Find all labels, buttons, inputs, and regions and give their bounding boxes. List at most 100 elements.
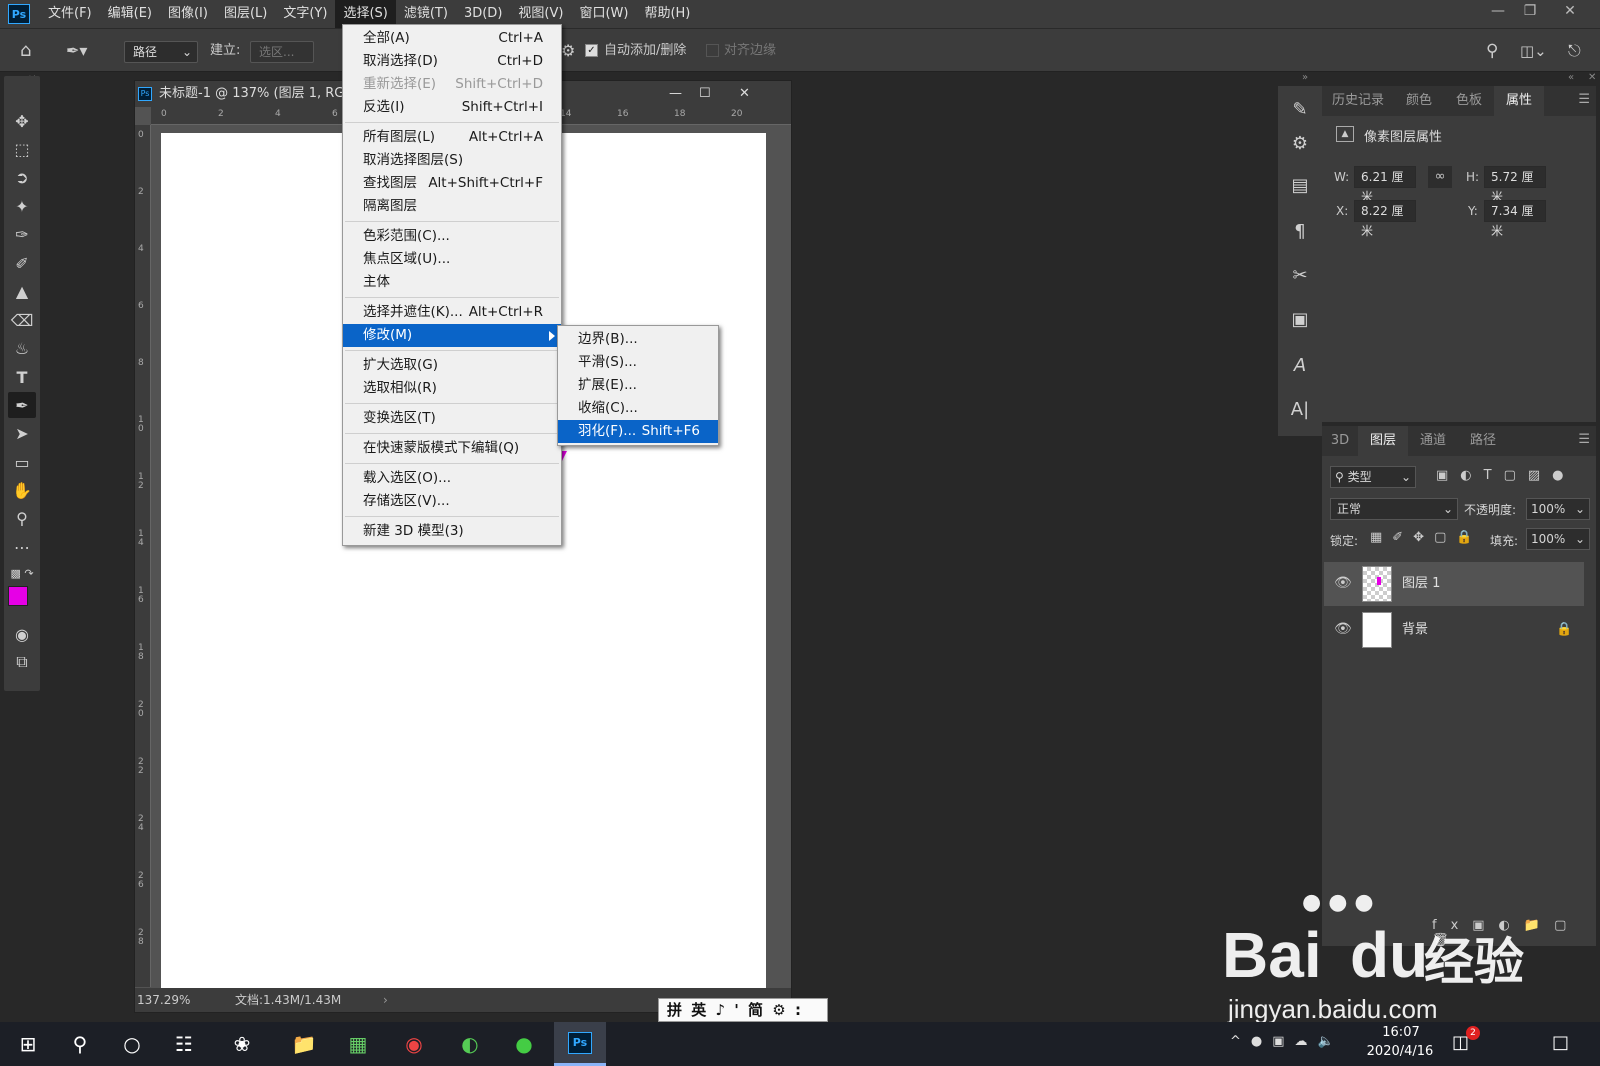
foreground-color-swatch[interactable] [8, 586, 28, 606]
paragraph-icon[interactable]: ¶ [1286, 218, 1314, 246]
status-arrow-icon[interactable]: › [383, 988, 388, 1012]
minimize-icon[interactable]: — [1480, 0, 1516, 22]
clock-date[interactable]: 2020/4/16 [1362, 1044, 1438, 1059]
quick-mask-icon[interactable]: ◉ [8, 621, 36, 647]
brush-settings-icon[interactable]: ✎ [1286, 96, 1314, 124]
ime-toolbar[interactable]: 拼 英 ♪ ' 简 ⚙ : [658, 998, 828, 1022]
workspace-icon[interactable]: ◫⌄ [1520, 29, 1547, 73]
menu-item[interactable]: 图像(I) [160, 0, 216, 28]
select-menu-item[interactable]: 主体 [343, 271, 561, 294]
doc-minimize-icon[interactable]: — [669, 81, 682, 107]
doc-restore-icon[interactable]: ☐ [699, 81, 711, 107]
select-menu-item[interactable]: 焦点区域(U)... [343, 248, 561, 271]
system-tray-icons[interactable]: ^●▣☁🔈 [1230, 1034, 1344, 1049]
rectangle-tool-icon[interactable]: ▭ [8, 449, 36, 475]
path-selection-tool-icon[interactable]: ➤ [8, 420, 36, 446]
task-view-icon[interactable]: ☷ [168, 1028, 200, 1060]
adjustments-icon[interactable]: ⚙ [1286, 130, 1314, 158]
select-menu-item[interactable]: 修改(M) [343, 324, 561, 347]
paint-bucket-tool-icon[interactable]: ♨ [8, 335, 36, 361]
modify-menu-item[interactable]: 边界(B)... [558, 328, 718, 351]
select-menu-item[interactable]: 色彩范围(C)... [343, 225, 561, 248]
panel-collapse-icon[interactable]: « [1568, 72, 1574, 83]
modify-menu-item[interactable]: 收缩(C)... [558, 397, 718, 420]
layer-filter-icons[interactable]: ▣◐T▢▨● [1436, 468, 1575, 483]
type-tool-icon[interactable]: T [8, 364, 36, 390]
pen-tool-preset-icon[interactable]: ✒▾ [66, 29, 87, 73]
more-tools-icon[interactable]: ⋯ [8, 534, 36, 560]
make-selection-button[interactable]: 选区... [250, 41, 314, 63]
close-icon[interactable]: ✕ [1552, 0, 1588, 22]
clone-source-icon[interactable]: ▤ [1286, 172, 1314, 200]
doc-close-icon[interactable]: ✕ [739, 81, 750, 107]
tools-icon[interactable]: ✂ [1286, 262, 1314, 290]
browser-icon[interactable]: ◐ [454, 1028, 486, 1060]
libraries-icon[interactable]: ▣ [1286, 306, 1314, 334]
select-menu-item[interactable]: 所有图层(L) Alt+Ctrl+A [343, 126, 561, 149]
panel-close-icon[interactable]: ✕ [1588, 72, 1596, 83]
layer-row[interactable]: 👁 背景 🔒 [1324, 608, 1584, 652]
marquee-tool-icon[interactable]: ⬚ [8, 136, 36, 162]
menu-item[interactable]: 文件(F) [40, 0, 100, 28]
panel-tab[interactable]: 通道 [1408, 426, 1458, 456]
pinwheel-app-icon[interactable]: ❀ [226, 1028, 258, 1060]
layer-row[interactable]: 👁 图层 1 [1324, 562, 1584, 606]
y-field[interactable]: 7.34 厘米 [1484, 200, 1546, 238]
select-menu-item[interactable]: 新建 3D 模型(3) [343, 520, 561, 543]
panel-tab[interactable]: 历史记录 [1322, 86, 1394, 116]
share-icon[interactable]: ⎋ [1568, 29, 1581, 73]
opacity-field[interactable]: 100% ⌄ [1526, 498, 1590, 520]
menu-item[interactable]: 窗口(W) [571, 0, 636, 28]
panel-tab[interactable]: 色板 [1444, 86, 1494, 116]
modify-menu-item[interactable]: 平滑(S)... [558, 351, 718, 374]
auto-add-delete-checkbox[interactable]: ✓ [585, 44, 598, 57]
menu-item[interactable]: 编辑(E) [100, 0, 160, 28]
panel-menu-icon[interactable]: ☰ [1578, 92, 1590, 107]
select-menu-item[interactable]: 隔离图层 [343, 195, 561, 218]
height-field[interactable]: 5.72 厘米 [1484, 166, 1546, 204]
x-field[interactable]: 8.22 厘米 [1354, 200, 1416, 238]
link-icon[interactable]: ∞ [1428, 166, 1452, 188]
select-menu-item[interactable]: 存储选区(V)... [343, 490, 561, 513]
fill-field[interactable]: 100% ⌄ [1526, 528, 1590, 550]
select-menu-item[interactable]: 重新选择(E) Shift+Ctrl+D [343, 73, 561, 96]
swap-colors-icon[interactable]: ▩ ↷ [8, 560, 36, 586]
brush-tool-icon[interactable]: ✐ [8, 250, 36, 276]
select-menu-item[interactable]: 载入选区(O)... [343, 467, 561, 490]
eye-icon[interactable]: 👁 [1334, 575, 1352, 591]
character-icon[interactable]: A| [1286, 396, 1314, 424]
select-menu-item[interactable]: 取消选择(D) Ctrl+D [343, 50, 561, 73]
photoshop-taskbar-button[interactable]: Ps [554, 1022, 606, 1066]
menu-item[interactable]: 文字(Y) [275, 0, 335, 28]
search-icon[interactable]: ⚲ [64, 1028, 96, 1060]
hand-tool-icon[interactable]: ✋ [8, 477, 36, 503]
modify-menu-item[interactable]: 扩展(E)... [558, 374, 718, 397]
eyedropper-tool-icon[interactable]: ✑ [8, 221, 36, 247]
layer-filter-select[interactable]: ⚲ 类型 ⌄ [1330, 466, 1416, 488]
stamp-tool-icon[interactable]: ▲ [8, 278, 36, 304]
zoom-level[interactable]: 137.29% [137, 988, 190, 1012]
menu-item[interactable]: 图层(L) [216, 0, 275, 28]
panel-tab[interactable]: 颜色 [1394, 86, 1444, 116]
screen-mode-icon[interactable]: ⧉ [8, 649, 36, 675]
select-menu-item[interactable]: 变换选区(T) [343, 407, 561, 430]
menu-item[interactable]: 帮助(H) [636, 0, 698, 28]
eraser-tool-icon[interactable]: ⌫ [8, 307, 36, 333]
cortana-icon[interactable]: ○ [116, 1028, 148, 1060]
lock-icons[interactable]: ▦✐✥▢🔒 [1370, 530, 1483, 545]
strip-collapse-icon[interactable]: » [1302, 72, 1308, 83]
clock-time[interactable]: 16:07 [1368, 1025, 1434, 1040]
glyphs-icon[interactable]: A [1286, 352, 1314, 380]
home-icon[interactable]: ⌂ [20, 29, 31, 73]
panel-tab[interactable]: 图层 [1358, 426, 1408, 456]
select-menu-item[interactable]: 全部(A) Ctrl+A [343, 27, 561, 50]
zoom-tool-icon[interactable]: ⚲ [8, 505, 36, 531]
panel-tab[interactable]: 属性 [1494, 86, 1544, 116]
windows-start-icon[interactable]: ⊞ [12, 1028, 44, 1060]
blend-mode-select[interactable]: 正常 ⌄ [1330, 498, 1458, 520]
select-menu-item[interactable]: 取消选择图层(S) [343, 149, 561, 172]
modify-menu-item[interactable]: 羽化(F)... Shift+F6 [558, 420, 718, 443]
lasso-tool-icon[interactable]: ➲ [8, 164, 36, 190]
select-menu-item[interactable]: 反选(I) Shift+Ctrl+I [343, 96, 561, 119]
select-menu-item[interactable]: 查找图层 Alt+Shift+Ctrl+F [343, 172, 561, 195]
